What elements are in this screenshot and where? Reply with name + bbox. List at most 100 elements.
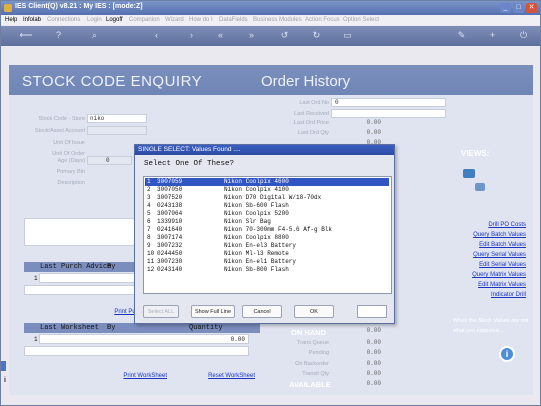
menu-help[interactable]: Help: [5, 17, 17, 23]
stock-asset-label: Stock/Asset Account: [34, 128, 85, 134]
unit-of-issue-label: Unit Of Issue: [53, 140, 85, 146]
first-icon[interactable]: «: [215, 30, 226, 41]
add-icon[interactable]: +: [487, 30, 498, 41]
edit-matrix-values-link[interactable]: Edit Matrix Values: [429, 282, 526, 288]
menu-option-select[interactable]: Option Select: [343, 17, 379, 23]
chat-icon[interactable]: [463, 169, 475, 178]
page-title: STOCK CODE ENQUIRY: [22, 73, 203, 90]
last-ord-no-label: Last Ord No: [299, 100, 329, 106]
on-hand-label: ON HAND: [291, 328, 326, 337]
stock-code-input[interactable]: niko: [87, 114, 147, 123]
list-item[interactable]: 4 0243138 Nikon Sb-600 Flash: [145, 202, 389, 210]
menu-infolab[interactable]: Infolab: [23, 17, 41, 23]
reset-worksheet-link[interactable]: Reset WorkSheet: [185, 373, 255, 379]
minimize-button[interactable]: _: [500, 3, 511, 13]
menu-bar: Help Infolab Connections Login Logoff Co…: [1, 15, 540, 25]
item-code: 3007050: [157, 186, 183, 193]
detail-textarea[interactable]: [24, 218, 136, 246]
app-window: IES Client(Q) v8.21 : My IES : [mode:Z] …: [0, 0, 541, 406]
single-select-dialog: SINGLE SELECT: Values Found .... Select …: [134, 144, 395, 324]
item-number: 1: [147, 178, 151, 185]
side-grip-icon[interactable]: [1, 361, 6, 371]
list-item[interactable]: 10 0244450 Nikon Ml-l3 Remote: [145, 250, 389, 258]
item-code: 0243140: [157, 266, 183, 273]
item-description: Nikon Ml-l3 Remote: [224, 250, 289, 257]
item-description: Nikon Coolpix 4600: [224, 178, 289, 185]
query-serial-values-link[interactable]: Query Serial Values: [429, 252, 526, 258]
menu-logoff[interactable]: Logoff: [106, 17, 123, 23]
print-worksheet-link[interactable]: Print WorkSheet: [89, 373, 167, 379]
edit-serial-values-link[interactable]: Edit Serial Values: [429, 262, 526, 268]
item-code: 3007064: [157, 210, 183, 217]
edit-batch-values-link[interactable]: Edit Batch Values: [429, 242, 526, 248]
age-label: Age (Days): [57, 158, 85, 164]
people-icon[interactable]: [475, 183, 485, 191]
redo-icon[interactable]: ↻: [311, 30, 322, 41]
item-number: 3: [147, 194, 151, 201]
next-icon[interactable]: ›: [186, 30, 197, 41]
menu-connections[interactable]: Connections: [47, 17, 80, 23]
query-matrix-values-link[interactable]: Query Matrix Values: [429, 272, 526, 278]
menu-companion[interactable]: Companion: [129, 17, 160, 23]
list-item[interactable]: 2 3007050 Nikon Coolpix 4100: [145, 186, 389, 194]
list-item[interactable]: 12 0243140 Nikon Sb-800 Flash: [145, 266, 389, 274]
previous-icon[interactable]: ‹: [151, 30, 162, 41]
last-ord-qty-value: 0.00: [366, 129, 381, 136]
list-item[interactable]: 1 3007059 Nikon Coolpix 4600: [145, 178, 389, 186]
item-description: Nikon En-el3 Battery: [224, 242, 297, 249]
show-full-line-button[interactable]: Show Full Line: [191, 305, 235, 318]
item-number: 7: [147, 226, 151, 233]
menu-how-do-i[interactable]: How do I: [189, 17, 213, 23]
indicator-drill-link[interactable]: Indicator Drill: [429, 292, 526, 298]
close-button[interactable]: ✕: [526, 3, 537, 13]
item-description: Nikon Coolpix 4100: [224, 186, 289, 193]
item-number: 11: [147, 258, 155, 265]
list-item[interactable]: 7 0241640 Nikon 70-300mm F4-5.6 Af-g Blk: [145, 226, 389, 234]
menu-action-focus[interactable]: Action Focus: [305, 17, 340, 23]
dialog-search-input[interactable]: [357, 305, 387, 318]
help-icon[interactable]: ?: [53, 30, 64, 41]
item-description: Nikon Coolpix 5200: [224, 210, 289, 217]
maximize-button[interactable]: □: [513, 3, 524, 13]
query-batch-values-link[interactable]: Query Batch Values: [429, 232, 526, 238]
exit-icon[interactable]: ⏻: [518, 30, 529, 41]
search-icon[interactable]: ⌕: [89, 30, 100, 41]
item-number: 5: [147, 210, 151, 217]
item-code: 3007174: [157, 234, 183, 241]
menu-business-modules[interactable]: Business Modules: [253, 17, 302, 23]
list-item[interactable]: 11 3007230 Nikon En-el1 Battery: [145, 258, 389, 266]
pending-label: Pending: [308, 350, 329, 356]
primary-bin-label: Primary Bin: [56, 169, 85, 175]
drill-po-costs-link[interactable]: Drill PO Costs: [429, 222, 526, 228]
item-number: 9: [147, 242, 151, 249]
select-all-button[interactable]: Select ALL: [143, 305, 179, 318]
list-item[interactable]: 3 3007520 Nikon D70 Digital W/18-70dx: [145, 194, 389, 202]
purch-advice-row: [39, 273, 139, 283]
cancel-button[interactable]: Cancel: [242, 305, 282, 318]
back-arrow-icon[interactable]: ⟵: [15, 30, 37, 41]
list-item[interactable]: 5 3007064 Nikon Coolpix 5200: [145, 210, 389, 218]
edit-icon[interactable]: ✎: [456, 30, 467, 41]
age-field: 0: [87, 156, 132, 165]
list-item[interactable]: 9 3007232 Nikon En-el3 Battery: [145, 242, 389, 250]
menu-login[interactable]: Login: [87, 17, 102, 23]
save-icon[interactable]: ▭: [342, 30, 353, 41]
trans-queue-label: Trans Queue: [297, 340, 329, 346]
info-icon[interactable]: i: [499, 346, 515, 362]
values-list[interactable]: 1 3007059 Nikon Coolpix 4600 2 3007050 Nikon…: [143, 176, 392, 294]
item-code: 3007059: [157, 178, 183, 185]
worksheet-header: Last Worksheet: [40, 324, 99, 332]
worksheet-qty-value: 0.00: [230, 336, 245, 343]
menu-wizard[interactable]: Wizard: [165, 17, 184, 23]
last-ord-no-field: 0: [331, 98, 446, 107]
available-label: AVAILABLE: [289, 380, 331, 389]
menu-datafields[interactable]: DataFields: [219, 17, 248, 23]
last-icon[interactable]: »: [246, 30, 257, 41]
title-bar: IES Client(Q) v8.21 : My IES : [mode:Z] …: [1, 1, 540, 15]
item-code: 1339910: [157, 218, 183, 225]
undo-icon[interactable]: ↺: [279, 30, 290, 41]
list-item[interactable]: 8 3007174 Nikon Coolpix 8800: [145, 234, 389, 242]
ok-button[interactable]: OK: [294, 305, 334, 318]
list-item[interactable]: 6 1339910 Nikon Slr Bag: [145, 218, 389, 226]
dialog-title-bar: SINGLE SELECT: Values Found ....: [135, 145, 394, 155]
